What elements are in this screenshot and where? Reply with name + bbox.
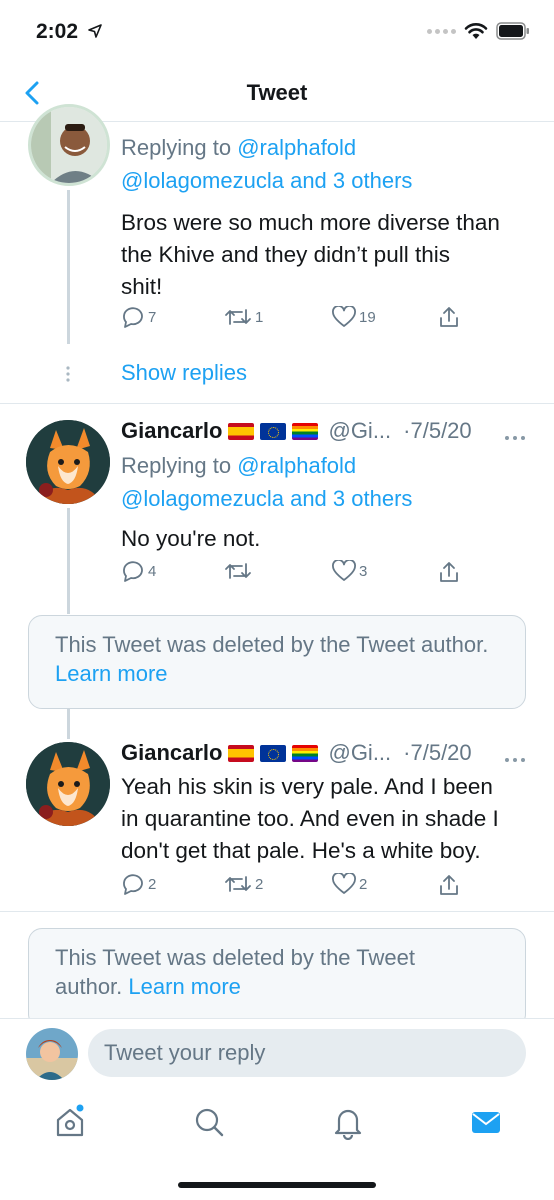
share-icon — [440, 875, 458, 895]
tweet-text: Yeah his skin is very pale. And I been i… — [121, 774, 499, 863]
reply-others-link[interactable]: @lolagomezucla and 3 others — [121, 486, 412, 511]
tweet-date: ·7/5/20 — [403, 740, 472, 765]
like-button[interactable]: 2 — [332, 873, 367, 895]
retweet-icon — [225, 563, 251, 579]
tweet-date: ·7/5/20 — [403, 418, 472, 443]
reply-input[interactable]: Tweet your reply — [88, 1029, 526, 1077]
more-icon — [505, 436, 525, 440]
home-icon — [56, 1104, 84, 1137]
reply-button[interactable]: 4 — [121, 560, 156, 582]
show-replies-link[interactable]: Show replies — [121, 360, 247, 386]
spain-flag-icon — [228, 744, 255, 762]
retweet-button[interactable] — [224, 560, 255, 582]
tweet-divider — [0, 403, 554, 404]
username[interactable]: @Gi... — [328, 738, 391, 768]
thread-line — [67, 508, 70, 614]
heart-icon — [332, 306, 356, 327]
learn-more-link[interactable]: Learn more — [128, 974, 241, 999]
tab-search[interactable] — [191, 1104, 227, 1140]
rainbow-flag-icon — [292, 422, 319, 440]
status-time: 2:02 — [36, 20, 79, 43]
share-icon — [440, 307, 458, 327]
reply-icon — [123, 307, 143, 328]
heart-icon — [332, 873, 356, 894]
user-avatar[interactable] — [28, 104, 110, 186]
learn-more-link[interactable]: Learn more — [55, 661, 168, 686]
spain-flag-icon — [228, 422, 255, 440]
share-button[interactable] — [437, 305, 461, 329]
tweet-1: Replying to @ralphafold @lolagomezucla a… — [121, 131, 541, 303]
retweet-button[interactable]: 1 — [224, 306, 263, 328]
search-icon — [195, 1108, 224, 1137]
notifications-icon — [334, 1109, 362, 1141]
wifi-icon — [464, 23, 488, 39]
reply-button[interactable]: 7 — [121, 306, 156, 328]
signal-icon — [427, 28, 456, 34]
reply-button[interactable]: 2 — [121, 873, 156, 895]
reply-handle-link[interactable]: @ralphafold — [237, 453, 356, 478]
giancarlo-avatar[interactable] — [26, 742, 110, 826]
share-button[interactable] — [437, 560, 461, 584]
tweet-header: Giancarlo @Gi... ·7/5/20 — [121, 738, 472, 768]
my-avatar[interactable] — [26, 1028, 78, 1080]
more-options-button[interactable] — [504, 428, 526, 446]
more-icon — [505, 758, 525, 762]
like-button[interactable]: 3 — [332, 560, 367, 582]
more-dots-icon — [66, 366, 70, 387]
tweet-text: Bros were so much more diverse than the … — [121, 210, 500, 299]
tweet-divider — [0, 911, 554, 912]
messages-icon — [472, 1112, 500, 1133]
giancarlo-avatar[interactable] — [26, 420, 110, 504]
share-button[interactable] — [437, 873, 461, 897]
deleted-tweet-notice: This Tweet was deleted by the Tweet auth… — [28, 928, 526, 1028]
reply-others-link[interactable]: @lolagomezucla and 3 others — [121, 168, 412, 193]
replying-to: Replying to @ralphafold — [121, 453, 357, 478]
tweet-2: Replying to @ralphafold @lolagomezucla a… — [121, 449, 541, 555]
home-indicator — [178, 1182, 376, 1188]
reply-icon — [123, 874, 143, 895]
display-name[interactable]: Giancarlo — [121, 738, 222, 768]
status-indicators — [427, 22, 530, 40]
username[interactable]: @Gi... — [328, 416, 391, 446]
tweet-text: No you're not. — [121, 526, 261, 551]
retweet-icon — [225, 309, 251, 325]
tab-home[interactable] — [52, 1104, 88, 1140]
display-name[interactable]: Giancarlo — [121, 416, 222, 446]
tweet-header: Giancarlo @Gi... ·7/5/20 — [121, 416, 472, 446]
tab-messages[interactable] — [468, 1104, 504, 1140]
thread-line — [67, 190, 70, 344]
like-button[interactable]: 19 — [332, 306, 376, 328]
reply-handle-link[interactable]: @ralphafold — [237, 135, 356, 160]
reply-icon — [123, 561, 143, 582]
eu-flag-icon — [260, 744, 287, 762]
battery-icon — [496, 22, 529, 40]
deleted-tweet-notice: This Tweet was deleted by the Tweet auth… — [28, 615, 526, 709]
rainbow-flag-icon — [292, 744, 319, 762]
eu-flag-icon — [260, 422, 287, 440]
tab-notifications[interactable] — [330, 1104, 366, 1141]
share-icon — [440, 562, 458, 582]
thread-line — [67, 709, 70, 739]
location-arrow-icon — [88, 24, 102, 43]
replying-to: Replying to @ralphafold — [121, 135, 357, 160]
more-options-button[interactable] — [504, 750, 526, 768]
page-title: Tweet — [246, 80, 308, 105]
retweet-icon — [225, 876, 251, 892]
retweet-button[interactable]: 2 — [224, 873, 263, 895]
heart-icon — [332, 560, 356, 581]
